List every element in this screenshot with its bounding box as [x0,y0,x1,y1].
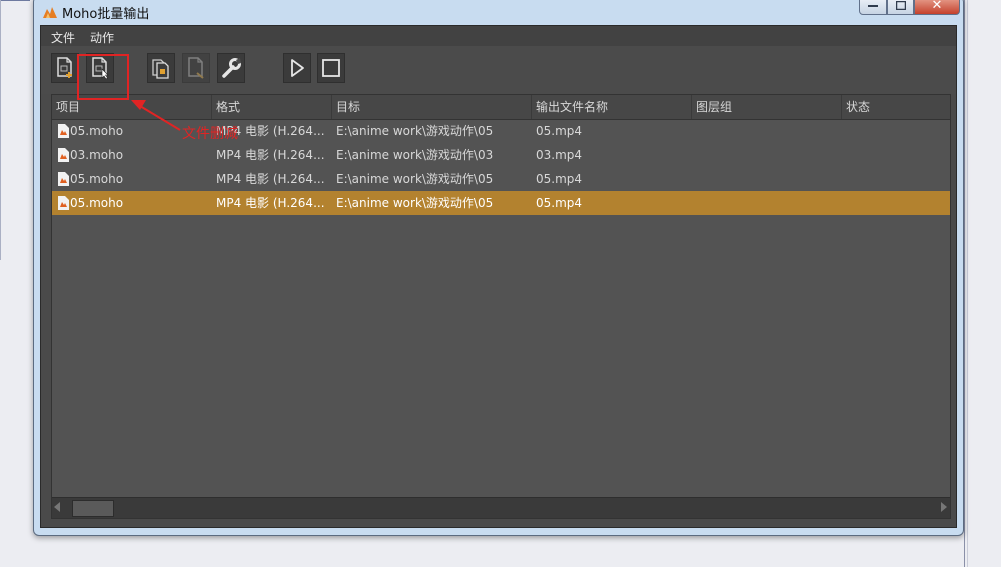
cell-layers [696,191,842,215]
column-header-layers[interactable]: 图层组 [692,95,842,119]
background-window-edge [964,0,965,567]
scroll-right-icon[interactable] [941,502,947,512]
column-header-status[interactable]: 状态 [842,95,950,119]
table-row[interactable]: 05.moho MP4 电影 (H.264... E:\anime work\游戏动… [52,191,950,215]
cell-layers [696,143,842,167]
close-icon: ✕ [931,0,943,13]
cell-output: 03.mp4 [536,148,583,162]
column-header-format[interactable]: 格式 [212,95,332,119]
table-row[interactable]: 03.moho MP4 电影 (H.264... E:\anime work\游戏动… [52,143,950,167]
play-icon [291,59,304,77]
stop-icon [322,59,340,77]
scroll-left-icon[interactable] [54,502,60,512]
stop-button[interactable] [317,53,345,83]
settings-button[interactable] [217,53,245,83]
cell-layers [696,119,842,143]
cell-project: 05.moho [70,172,124,186]
render-queue-table: 项目 格式 目标 输出文件名称 图层组 状态 05.moho MP4 电影 (H.… [51,94,951,519]
cell-output: 05.mp4 [536,172,583,186]
cell-project: 05.moho [70,196,124,210]
cell-format: MP4 电影 (H.264... [216,196,325,210]
cell-target: E:\anime work\游戏动作\05 [336,172,494,186]
minimize-button[interactable] [859,0,887,15]
close-button[interactable]: ✕ [914,0,960,15]
cell-status [846,191,950,215]
column-header-output[interactable]: 输出文件名称 [532,95,692,119]
cell-target: E:\anime work\游戏动作\05 [336,196,494,210]
background-window-edge [967,0,968,567]
cell-status [846,167,950,191]
wrench-icon [222,58,241,78]
column-header-target[interactable]: 目标 [332,95,532,119]
play-button[interactable] [283,53,311,83]
horizontal-scrollbar[interactable] [52,497,950,518]
cell-status [846,119,950,143]
annotation-label: 文件删减 [182,126,238,142]
cell-format: MP4 电影 (H.264... [216,172,325,186]
scrollbar-thumb[interactable] [72,500,114,517]
moho-file-icon [58,196,69,210]
moho-file-icon [58,172,69,186]
cell-layers [696,167,842,191]
moho-file-icon [58,148,69,162]
cell-target: E:\anime work\游戏动作\05 [336,124,494,138]
cell-project: 03.moho [70,148,124,162]
cell-output: 05.mp4 [536,124,583,138]
maximize-icon [895,1,906,10]
cell-output: 05.mp4 [536,196,583,210]
annotation-arrow-icon [131,100,181,131]
maximize-button[interactable] [887,0,914,15]
table-row[interactable]: 05.moho MP4 电影 (H.264... E:\anime work\游戏动… [52,167,950,191]
cell-target: E:\anime work\游戏动作\03 [336,148,494,162]
cell-format: MP4 电影 (H.264... [216,148,325,162]
cell-status [846,143,950,167]
minimize-icon [868,4,878,7]
